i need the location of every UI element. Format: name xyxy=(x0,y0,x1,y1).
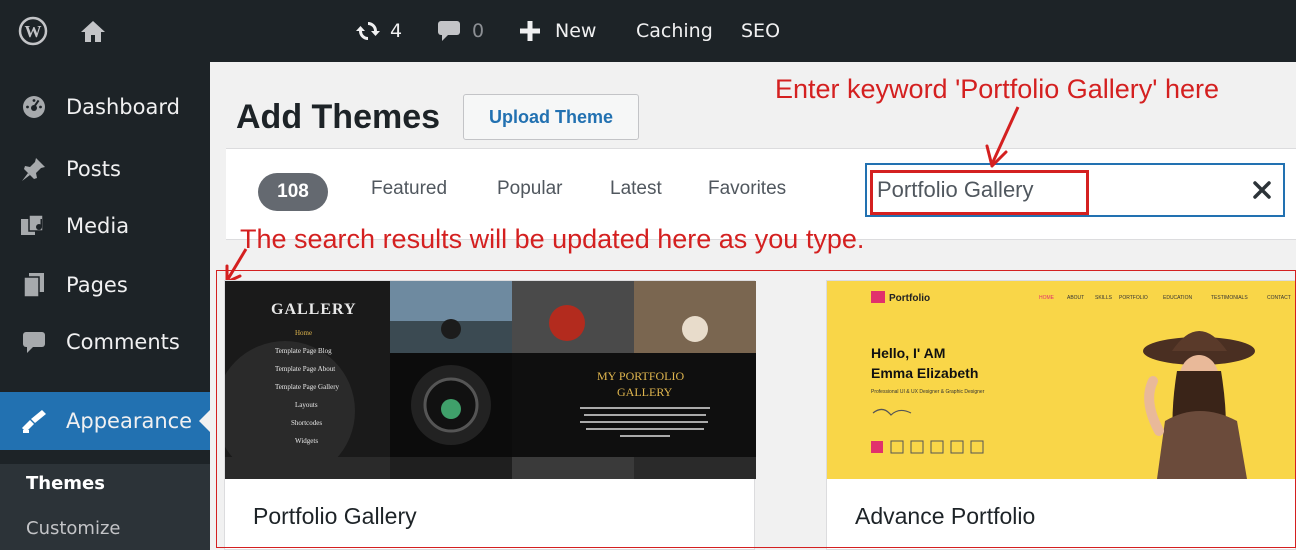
results-hint-annotation: The search results will be updated here … xyxy=(240,224,865,254)
updates-icon xyxy=(356,19,380,43)
pages-icon xyxy=(20,271,48,299)
sidebar-item-label: Dashboard xyxy=(66,95,180,119)
sidebar-item-media[interactable]: Media xyxy=(0,199,210,253)
home-icon[interactable] xyxy=(80,0,106,62)
filter-favorites[interactable]: Favorites xyxy=(708,178,786,200)
admin-bar: W 4 0 New Caching SEO xyxy=(0,0,1296,62)
admin-sidebar: Dashboard Posts Media Pages Comments App… xyxy=(0,62,210,550)
new-content-button[interactable]: New xyxy=(519,0,596,62)
dashboard-icon xyxy=(20,93,48,121)
media-icon xyxy=(20,212,48,240)
comment-icon xyxy=(20,328,48,356)
sidebar-item-posts[interactable]: Posts xyxy=(0,142,210,196)
appearance-submenu: Themes Customize xyxy=(0,464,210,550)
plus-icon xyxy=(519,20,541,42)
comments-count: 0 xyxy=(472,20,485,42)
page-title: Add Themes xyxy=(236,98,441,136)
active-menu-arrow xyxy=(199,410,210,432)
search-highlight-box xyxy=(870,170,1089,215)
seo-menu[interactable]: SEO xyxy=(741,0,780,62)
sidebar-item-label: Comments xyxy=(66,330,180,354)
sidebar-item-pages[interactable]: Pages xyxy=(0,258,210,312)
sidebar-item-label: Appearance xyxy=(66,409,193,433)
comment-bubble-icon xyxy=(436,19,462,43)
submenu-item-themes[interactable]: Themes xyxy=(26,473,105,494)
updates-count: 4 xyxy=(390,20,403,42)
upload-theme-button[interactable]: Upload Theme xyxy=(463,94,639,140)
sidebar-item-label: Posts xyxy=(66,157,121,181)
pin-icon xyxy=(20,155,48,183)
sidebar-item-comments[interactable]: Comments xyxy=(0,315,210,369)
caching-menu[interactable]: Caching xyxy=(636,0,713,62)
sidebar-item-appearance[interactable]: Appearance xyxy=(0,392,210,450)
sidebar-item-label: Pages xyxy=(66,273,128,297)
brush-icon xyxy=(20,407,48,435)
results-highlight-box xyxy=(216,270,1296,548)
sidebar-item-dashboard[interactable]: Dashboard xyxy=(0,80,210,134)
submenu-item-customize[interactable]: Customize xyxy=(26,518,120,539)
filter-latest[interactable]: Latest xyxy=(610,178,662,200)
svg-text:W: W xyxy=(25,22,42,41)
sidebar-item-label: Media xyxy=(66,214,130,238)
keyword-hint-annotation: Enter keyword 'Portfolio Gallery' here xyxy=(775,74,1219,104)
keyword-arrow-icon xyxy=(985,106,1020,168)
filter-popular[interactable]: Popular xyxy=(497,178,563,200)
updates-button[interactable]: 4 xyxy=(356,0,402,62)
comments-button[interactable]: 0 xyxy=(436,0,484,62)
wordpress-logo-icon[interactable]: W xyxy=(18,0,48,62)
clear-search-icon[interactable] xyxy=(1250,178,1274,202)
theme-count-badge: 108 xyxy=(258,173,328,211)
filter-featured[interactable]: Featured xyxy=(371,178,447,200)
new-label: New xyxy=(555,20,597,42)
wp-admin-screen: { "admin_bar": { "updates_count": "4", "… xyxy=(0,0,1296,550)
